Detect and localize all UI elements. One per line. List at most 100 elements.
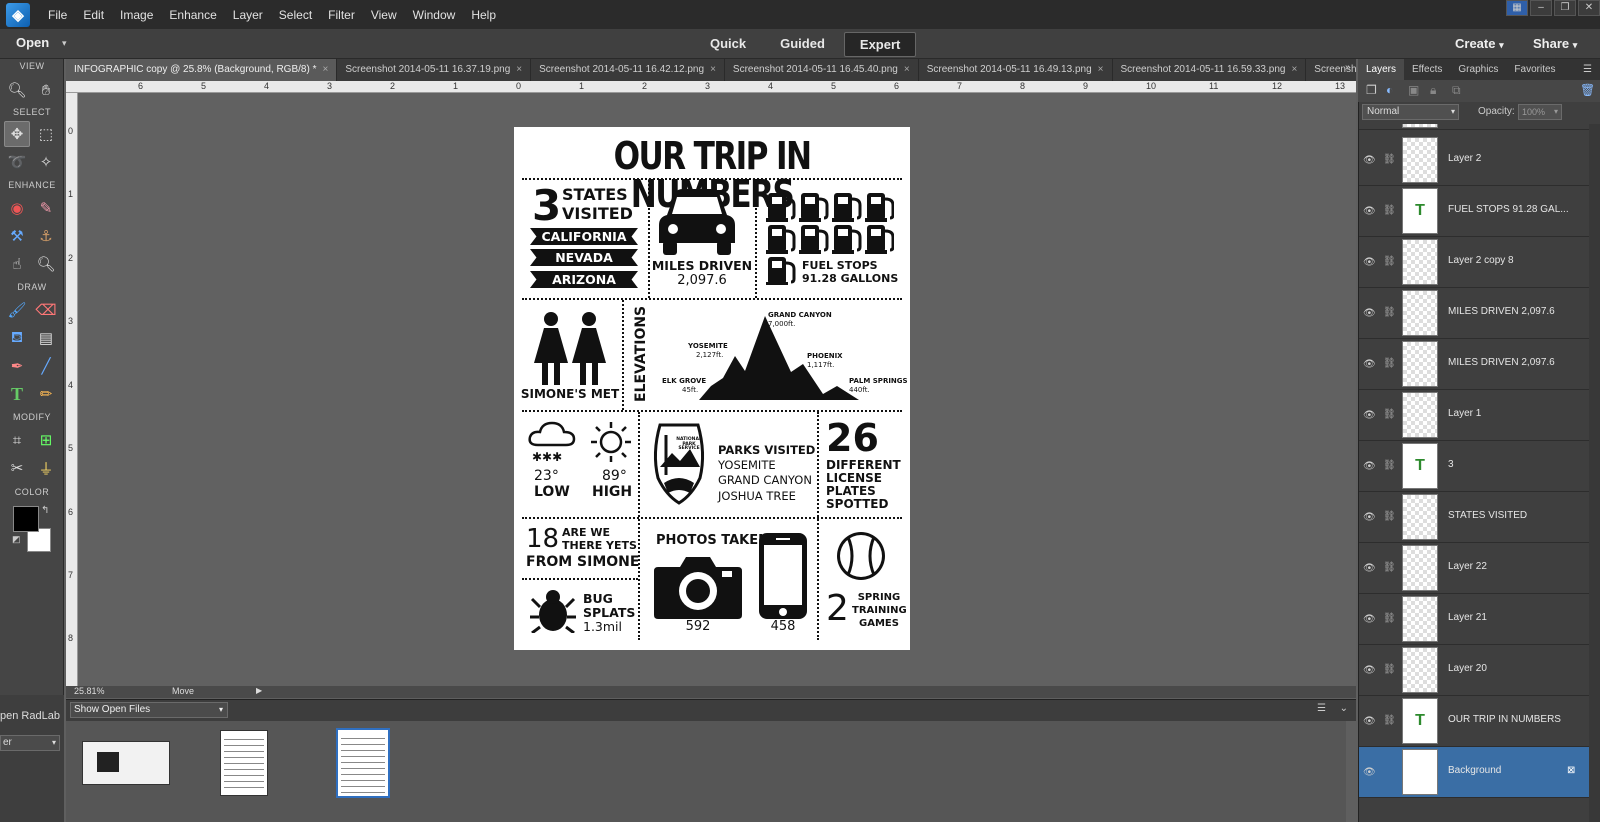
adjustment-layer-icon[interactable]: ◐ [1386,83,1393,97]
opacity-field[interactable]: 100% ▾ [1518,104,1562,120]
sponge-tool-icon[interactable]: ⚒ [4,223,30,249]
eyedropper-icon[interactable]: ✒ [4,353,30,379]
menu-help[interactable]: Help [463,8,504,22]
zoom-tool-icon[interactable]: 🔍︎ [4,77,30,103]
visibility-eye-icon[interactable]: 👁︎ [1363,716,1376,727]
menu-image[interactable]: Image [112,8,161,22]
line-tool-icon[interactable]: ╱ [33,353,59,379]
tab-close-icon[interactable]: × [1098,64,1104,75]
visibility-eye-icon[interactable]: 👁︎ [1363,461,1376,472]
blur-tool-icon[interactable]: 🔍︎ [33,251,59,277]
clone-stamp-icon[interactable]: ⚓︎ [33,223,59,249]
radlab-select[interactable]: er ▾ [0,735,60,751]
bin-options-icon[interactable]: ☰ [1317,703,1326,714]
layer-row[interactable]: 👁︎ ⛓︎ T FUEL STOPS 91.28 GAL... [1359,186,1589,237]
layer-row[interactable]: 👁︎ ⛓︎ Layer 1 [1359,390,1589,441]
visibility-eye-icon[interactable]: 👁︎ [1363,665,1376,676]
link-icon[interactable]: ⛓︎ [1383,460,1396,471]
bin-thumbnail-active[interactable] [336,728,390,798]
tab-screenshot[interactable]: Screenshot 2014-05-11 16.59.33.png × [1113,59,1307,81]
lock-icon[interactable]: 🔒︎ [1430,83,1436,98]
tab-close-icon[interactable]: × [516,64,522,75]
visibility-eye-icon[interactable]: 👁︎ [1363,257,1376,268]
pencil-tool-icon[interactable]: ✏︎ [33,381,59,407]
crop-tool-icon[interactable]: ⌗ [4,427,30,453]
layer-row-partial[interactable] [1359,124,1589,130]
magic-wand-icon[interactable]: ✧ [33,149,59,175]
visibility-eye-icon[interactable]: 👁︎ [1363,614,1376,625]
layer-row[interactable]: 👁︎ ⛓︎ STATES VISITED [1359,492,1589,543]
document-canvas[interactable]: OUR TRIP IN NUMBERS 3 STATES VISITED CAL… [514,127,910,650]
type-tool-icon[interactable]: T [4,381,30,407]
layer-row-selected[interactable]: 👁︎ Background ⊠ [1359,747,1589,798]
link-icon[interactable]: ⛓︎ [1383,715,1396,726]
eraser-tool-icon[interactable]: ⌫ [33,297,59,323]
menu-enhance[interactable]: Enhance [161,8,224,22]
link-icon[interactable]: ⛓︎ [1383,154,1396,165]
menu-window[interactable]: Window [405,8,464,22]
tab-screenshot[interactable]: Screenshot 2014-05-11 16.49.13.png × [919,59,1113,81]
link-icon[interactable]: ⛓︎ [1383,562,1396,573]
healing-brush-icon[interactable]: ✎ [33,195,59,221]
marquee-tool-icon[interactable]: ⬚ [33,121,59,147]
paint-bucket-icon[interactable]: ⛾ [4,325,30,351]
tab-infographic[interactable]: INFOGRAPHIC copy @ 25.8% (Background, RG… [66,59,338,81]
workspace-icon[interactable]: ▦ [1506,0,1528,16]
tab-favorites[interactable]: Favorites [1506,59,1563,80]
menu-filter[interactable]: Filter [320,8,363,22]
open-button[interactable]: Open [16,35,49,50]
link-icon[interactable]: ⛓︎ [1383,358,1396,369]
menu-view[interactable]: View [363,8,405,22]
layer-row[interactable]: 👁︎ ⛓︎ MILES DRIVEN 2,097.6 [1359,339,1589,390]
tab-close-icon[interactable]: × [322,64,328,75]
menu-file[interactable]: File [40,8,75,22]
tab-screenshot[interactable]: Screenshot 2014-05-11 16.37.19.png × [337,59,532,81]
background-lock-icon[interactable]: ⊠ [1567,765,1575,776]
hand-tool-icon[interactable]: ✋︎ [33,77,59,103]
zoom-level[interactable]: 25.81% [74,686,105,696]
open-radlab-label[interactable]: pen RadLab [0,710,60,722]
content-move-icon[interactable]: ✂ [4,455,30,481]
move-tool-icon[interactable]: ✥ [4,121,30,147]
mode-guided[interactable]: Guided [765,32,840,57]
bin-thumbnail[interactable] [220,730,268,796]
link-icon[interactable]: ⛓︎ [1383,613,1396,624]
visibility-eye-icon[interactable]: 👁︎ [1363,155,1376,166]
trash-icon[interactable]: 🗑︎ [1580,83,1595,97]
minimize-icon[interactable]: – [1530,0,1552,16]
visibility-eye-icon[interactable]: 👁︎ [1363,512,1376,523]
bin-collapse-icon[interactable]: ⌄ [1340,703,1348,714]
brush-tool-icon[interactable]: 🖌︎ [4,297,30,323]
foreground-color-swatch[interactable] [13,506,39,532]
smudge-tool-icon[interactable]: ☝︎ [4,251,30,277]
layer-row[interactable]: 👁︎ ⛓︎ Layer 2 copy 8 [1359,237,1589,288]
visibility-eye-icon[interactable]: 👁︎ [1363,563,1376,574]
layer-row[interactable]: 👁︎ ⛓︎ Layer 22 [1359,543,1589,594]
menu-edit[interactable]: Edit [75,8,112,22]
menu-layer[interactable]: Layer [225,8,271,22]
red-eye-tool-icon[interactable]: ◉ [4,195,30,221]
link-icon[interactable]: ⛓︎ [1383,307,1396,318]
layer-row[interactable]: 👁︎ ⛓︎ Layer 21 [1359,594,1589,645]
bin-thumbnail[interactable] [82,741,170,785]
layer-row[interactable]: 👁︎ ⛓︎ Layer 20 [1359,645,1589,696]
menu-select[interactable]: Select [271,8,320,22]
tab-screenshot[interactable]: Screenshot 2014-05-11 16.42.12.png × [531,59,725,81]
tab-screenshot[interactable]: Screenshot 2014-05-11 16.45.40.png × [725,59,919,81]
layer-row[interactable]: 👁︎ ⛓︎ MILES DRIVEN 2,097.6 [1359,288,1589,339]
blend-mode-select[interactable]: Normal ▾ [1362,104,1459,120]
new-layer-icon[interactable]: ❐ [1366,83,1377,97]
link-icon[interactable]: ⛓︎ [1383,409,1396,420]
default-colors-icon[interactable]: ◩ [12,534,21,545]
link-icon[interactable]: ⛓︎ [1383,256,1396,267]
visibility-eye-icon[interactable]: 👁︎ [1363,308,1376,319]
share-button[interactable]: Share ▾ [1533,36,1577,51]
restore-icon[interactable]: ❐ [1554,0,1576,16]
layer-row[interactable]: 👁︎ ⛓︎ T OUR TRIP IN NUMBERS [1359,696,1589,747]
swap-colors-icon[interactable]: ↰ [41,505,49,516]
create-button[interactable]: Create ▾ [1455,36,1504,51]
link-icon[interactable]: ⛓︎ [1383,511,1396,522]
mode-quick[interactable]: Quick [695,32,761,57]
photo-bin-select[interactable]: Show Open Files ▾ [70,702,228,718]
lasso-tool-icon[interactable]: ➰ [4,149,30,175]
